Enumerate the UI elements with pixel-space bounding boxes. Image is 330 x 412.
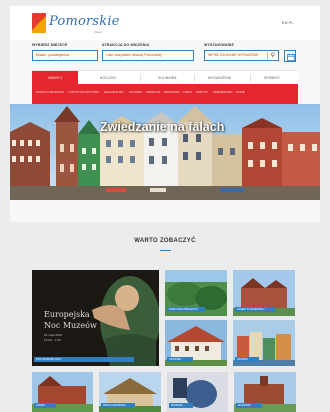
featured-time: 19:00 – 1:00	[44, 338, 61, 342]
tile-caption: PARK KRAJOBRAZOWY	[167, 307, 205, 312]
calendar-icon	[287, 53, 295, 61]
subnav-item[interactable]: MIASTA POMORSKIE	[36, 90, 64, 94]
attraction-tile[interactable]: SKANSEN	[165, 320, 227, 366]
place-field-label: WYBIERZ MIEJSCE	[32, 43, 68, 47]
section-underline	[160, 250, 171, 251]
attraction-tile[interactable]: GDAŃSK	[233, 320, 295, 366]
attraction-select[interactable]: Liste wszystkich atrakcji Pomorskiej	[102, 50, 194, 61]
tile-caption: MALBORK	[236, 403, 262, 408]
logo-subtext: travel	[94, 30, 102, 34]
subnav-item[interactable]: ATRAKCJE	[146, 90, 160, 94]
attraction-tile[interactable]: MALBORK	[234, 372, 296, 412]
place-field: WYBIERZ MIEJSCE Miasto, powiat/gmina	[32, 42, 98, 61]
search-input[interactable]: WPISZ SZUKANE WYRAŻENIE ⚲	[204, 50, 279, 61]
tile-caption: GDAŃSK	[235, 357, 259, 362]
attraction-tile[interactable]: MUZEUM	[167, 372, 228, 412]
attraction-tile[interactable]: ZAMEK W MALBORKU	[233, 270, 295, 316]
nav-item-kulinaria[interactable]: KULINARIA	[158, 71, 177, 85]
subnav-item[interactable]: TURYSTYKA AKTYWNA	[68, 90, 99, 94]
page: Pomorskie travel EN PL WYBIERZ MIEJSCE M…	[10, 6, 320, 412]
logo-text: Pomorskie	[49, 14, 120, 29]
nav-separator	[140, 74, 141, 82]
section-title: WARTO ZOBACZYĆ	[134, 238, 196, 244]
main-nav: ODKRYJ NOCLEGI KULINARIA WYDARZENIA SERW…	[32, 70, 298, 85]
site-header: Pomorskie travel EN PL	[10, 6, 320, 40]
featured-title-line2: Noc Muzeów	[44, 321, 97, 330]
attraction-field: ATRAKCJA DO WIDZENIA Liste wszystkich at…	[102, 42, 194, 61]
subnav-item[interactable]: PRZYRODA	[164, 90, 180, 94]
place-select[interactable]: Miasto, powiat/gmina	[32, 50, 98, 61]
featured-title-line1: Europejska	[44, 310, 90, 319]
calendar-button[interactable]	[284, 50, 296, 62]
attraction-tile[interactable]: PARK KRAJOBRAZOWY	[165, 270, 227, 316]
hero-image	[10, 104, 320, 200]
tile-caption: SKANSEN	[167, 357, 193, 362]
search-field: WYSZUKIWANIE WPISZ SZUKANE WYRAŻENIE ⚲	[204, 42, 279, 61]
tile-caption: MUZEUM	[169, 403, 193, 408]
subnav-item[interactable]: TRASY	[183, 90, 192, 94]
search-field-label: WYSZUKIWANIE	[204, 43, 235, 47]
logo-badge-icon	[32, 13, 46, 33]
attraction-tile[interactable]: ZAMEK	[32, 372, 93, 412]
featured-caption: NOC MUZEÓW 2024	[34, 357, 134, 362]
site-logo[interactable]: Pomorskie travel	[32, 13, 119, 37]
tile-caption: WIEŚ KASZUBSKA	[101, 403, 135, 408]
search-input-placeholder: WPISZ SZUKANE WYRAŻENIE	[208, 53, 259, 57]
language-switcher[interactable]: EN PL	[282, 20, 294, 25]
nav-separator	[250, 74, 251, 82]
tile-caption: ZAMEK W MALBORKU	[235, 307, 275, 312]
nav-item-serwisy[interactable]: SERWISY	[264, 71, 280, 85]
hero-banner[interactable]: Zwiedzanie na falach	[10, 104, 320, 200]
tile-caption: ZAMEK	[34, 403, 56, 408]
subnav-item[interactable]: PLAŻE	[236, 90, 245, 94]
featured-tile[interactable]: Europejska Noc Muzeów 18 maja 2024 19:00…	[32, 270, 159, 366]
subnav-item[interactable]: KULTURA	[129, 90, 142, 94]
sub-nav: MIASTA POMORSKIE TURYSTYKA AKTYWNA ŻEGLA…	[32, 84, 298, 104]
nav-item-noclegi[interactable]: NOCLEGI	[100, 71, 116, 85]
attraction-tile[interactable]: WIEŚ KASZUBSKA	[99, 372, 161, 412]
hero-title: Zwiedzanie na falach	[100, 120, 225, 134]
nav-item-odkryj[interactable]: ODKRYJ	[32, 71, 78, 85]
worth-seeing-section: WARTO ZOBACZYĆ Europejska Noc Muzeów 18 …	[10, 222, 320, 412]
subnav-item[interactable]: DZIEDZICTWO	[213, 90, 232, 94]
attraction-field-label: ATRAKCJA DO WIDZENIA	[102, 43, 150, 47]
subnav-item[interactable]: ŻEGLARSTWO	[104, 90, 124, 94]
nav-item-wydarzenia[interactable]: WYDARZENIA	[208, 71, 231, 85]
search-icon[interactable]: ⚲	[271, 52, 275, 60]
subnav-item[interactable]: ZABYTKI	[196, 90, 208, 94]
search-separator	[267, 52, 268, 59]
nav-separator	[194, 74, 195, 82]
featured-date: 18 maja 2024	[44, 333, 63, 337]
